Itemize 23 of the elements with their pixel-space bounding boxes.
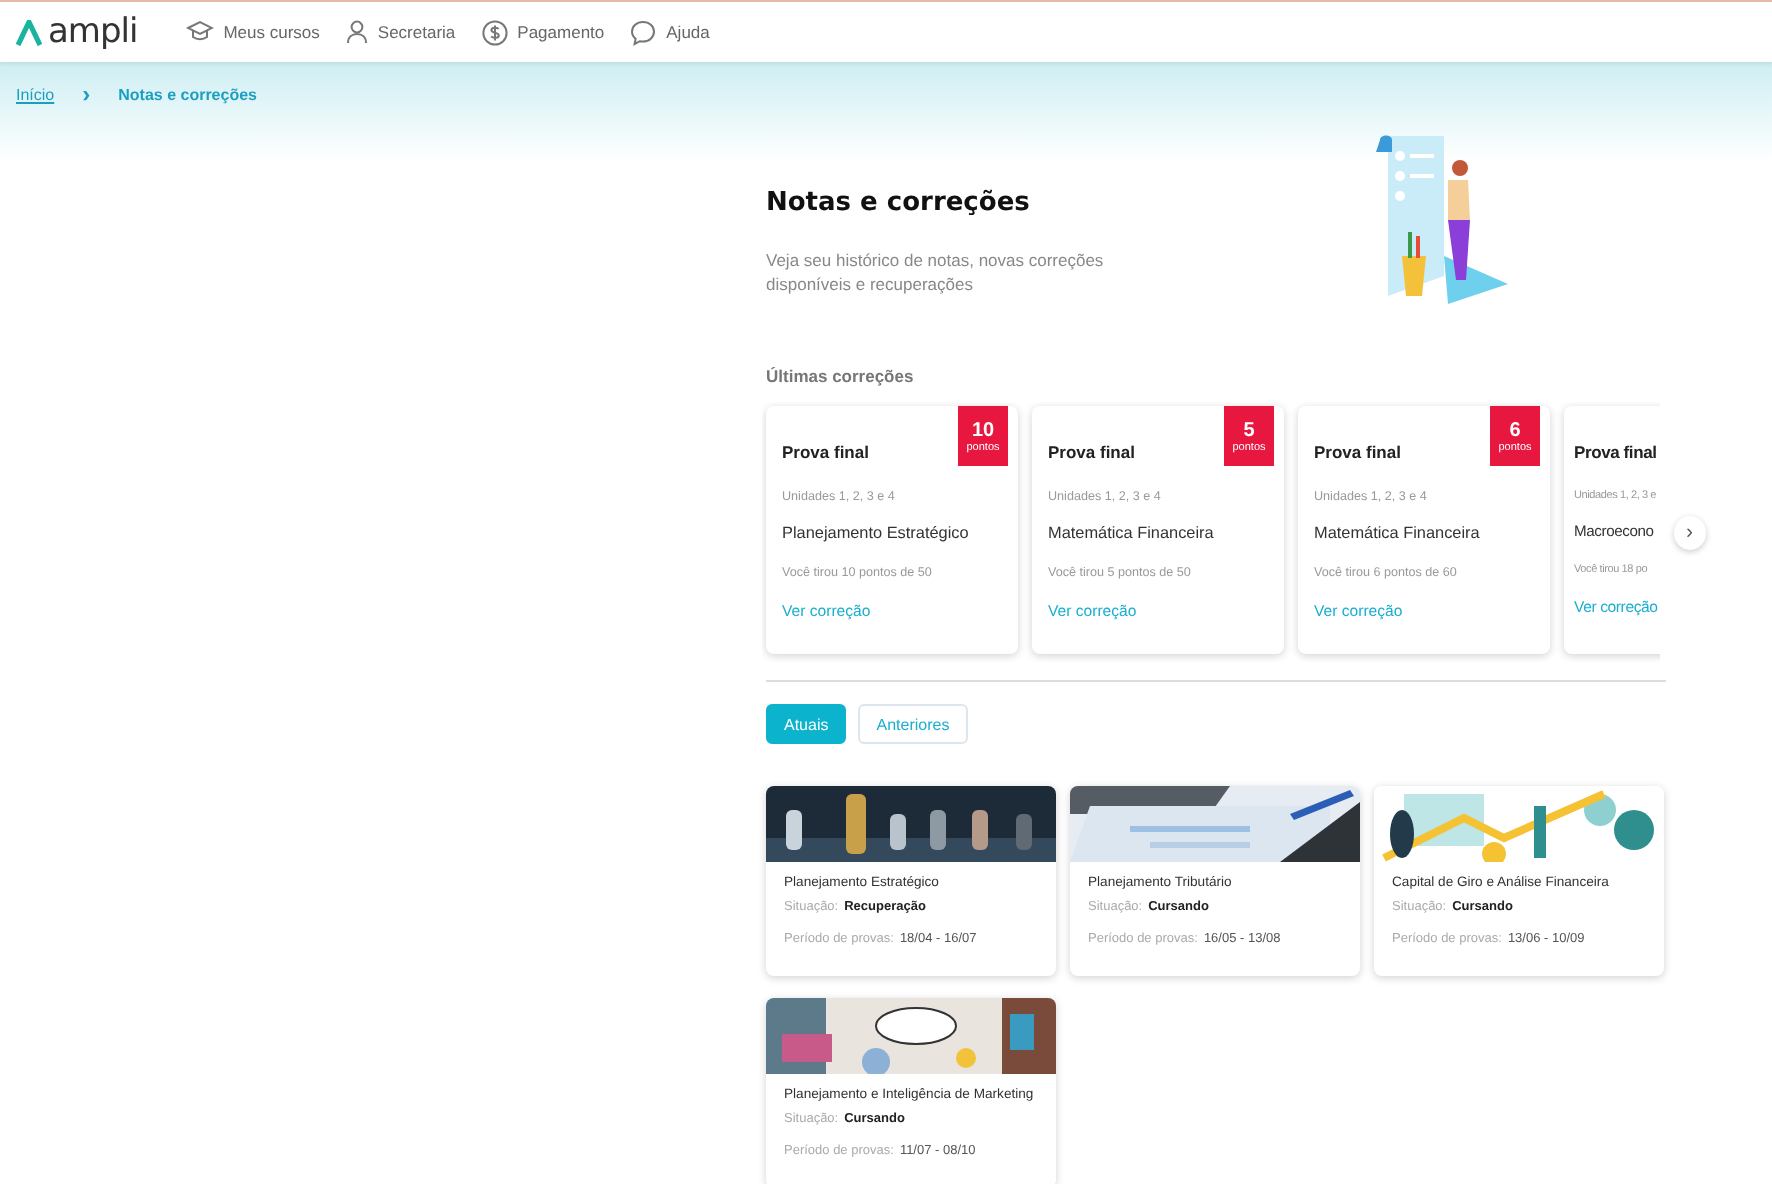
course-name: Matemática Financeira: [1314, 524, 1482, 542]
card-title: Prova final: [1574, 442, 1657, 462]
card-title: Prova final: [782, 442, 869, 462]
breadcrumb-current: Notas e correções: [118, 85, 257, 103]
section-title: Últimas correções: [766, 366, 916, 386]
nav-link[interactable]: Pagamento: [481, 19, 605, 45]
graduation-cap-icon: [185, 20, 214, 44]
nav-link[interactable]: Meus cursos: [185, 19, 320, 45]
course-name: Matemática Financeira: [1048, 524, 1216, 542]
person-icon: [345, 20, 368, 44]
card-title: Prova final: [1314, 442, 1401, 462]
next-button[interactable]: ›: [1673, 515, 1706, 549]
nav-link[interactable]: Secretaria: [345, 19, 456, 45]
course-name: Planejamento Estratégico: [782, 524, 971, 542]
page-title: Notas e correções: [766, 188, 1032, 218]
chat-icon: [630, 19, 657, 45]
logo-icon: [16, 19, 42, 45]
page-subtitle: Veja seu histórico de notas, novas correções disponíveis e recuperações: [766, 248, 1106, 296]
nav-link[interactable]: Ajuda: [630, 19, 710, 45]
chevron-icon: ›: [82, 80, 91, 108]
dollar-icon: [481, 19, 508, 45]
card-title: Prova final: [1048, 442, 1135, 462]
logo-text[interactable]: ampli: [48, 12, 138, 52]
